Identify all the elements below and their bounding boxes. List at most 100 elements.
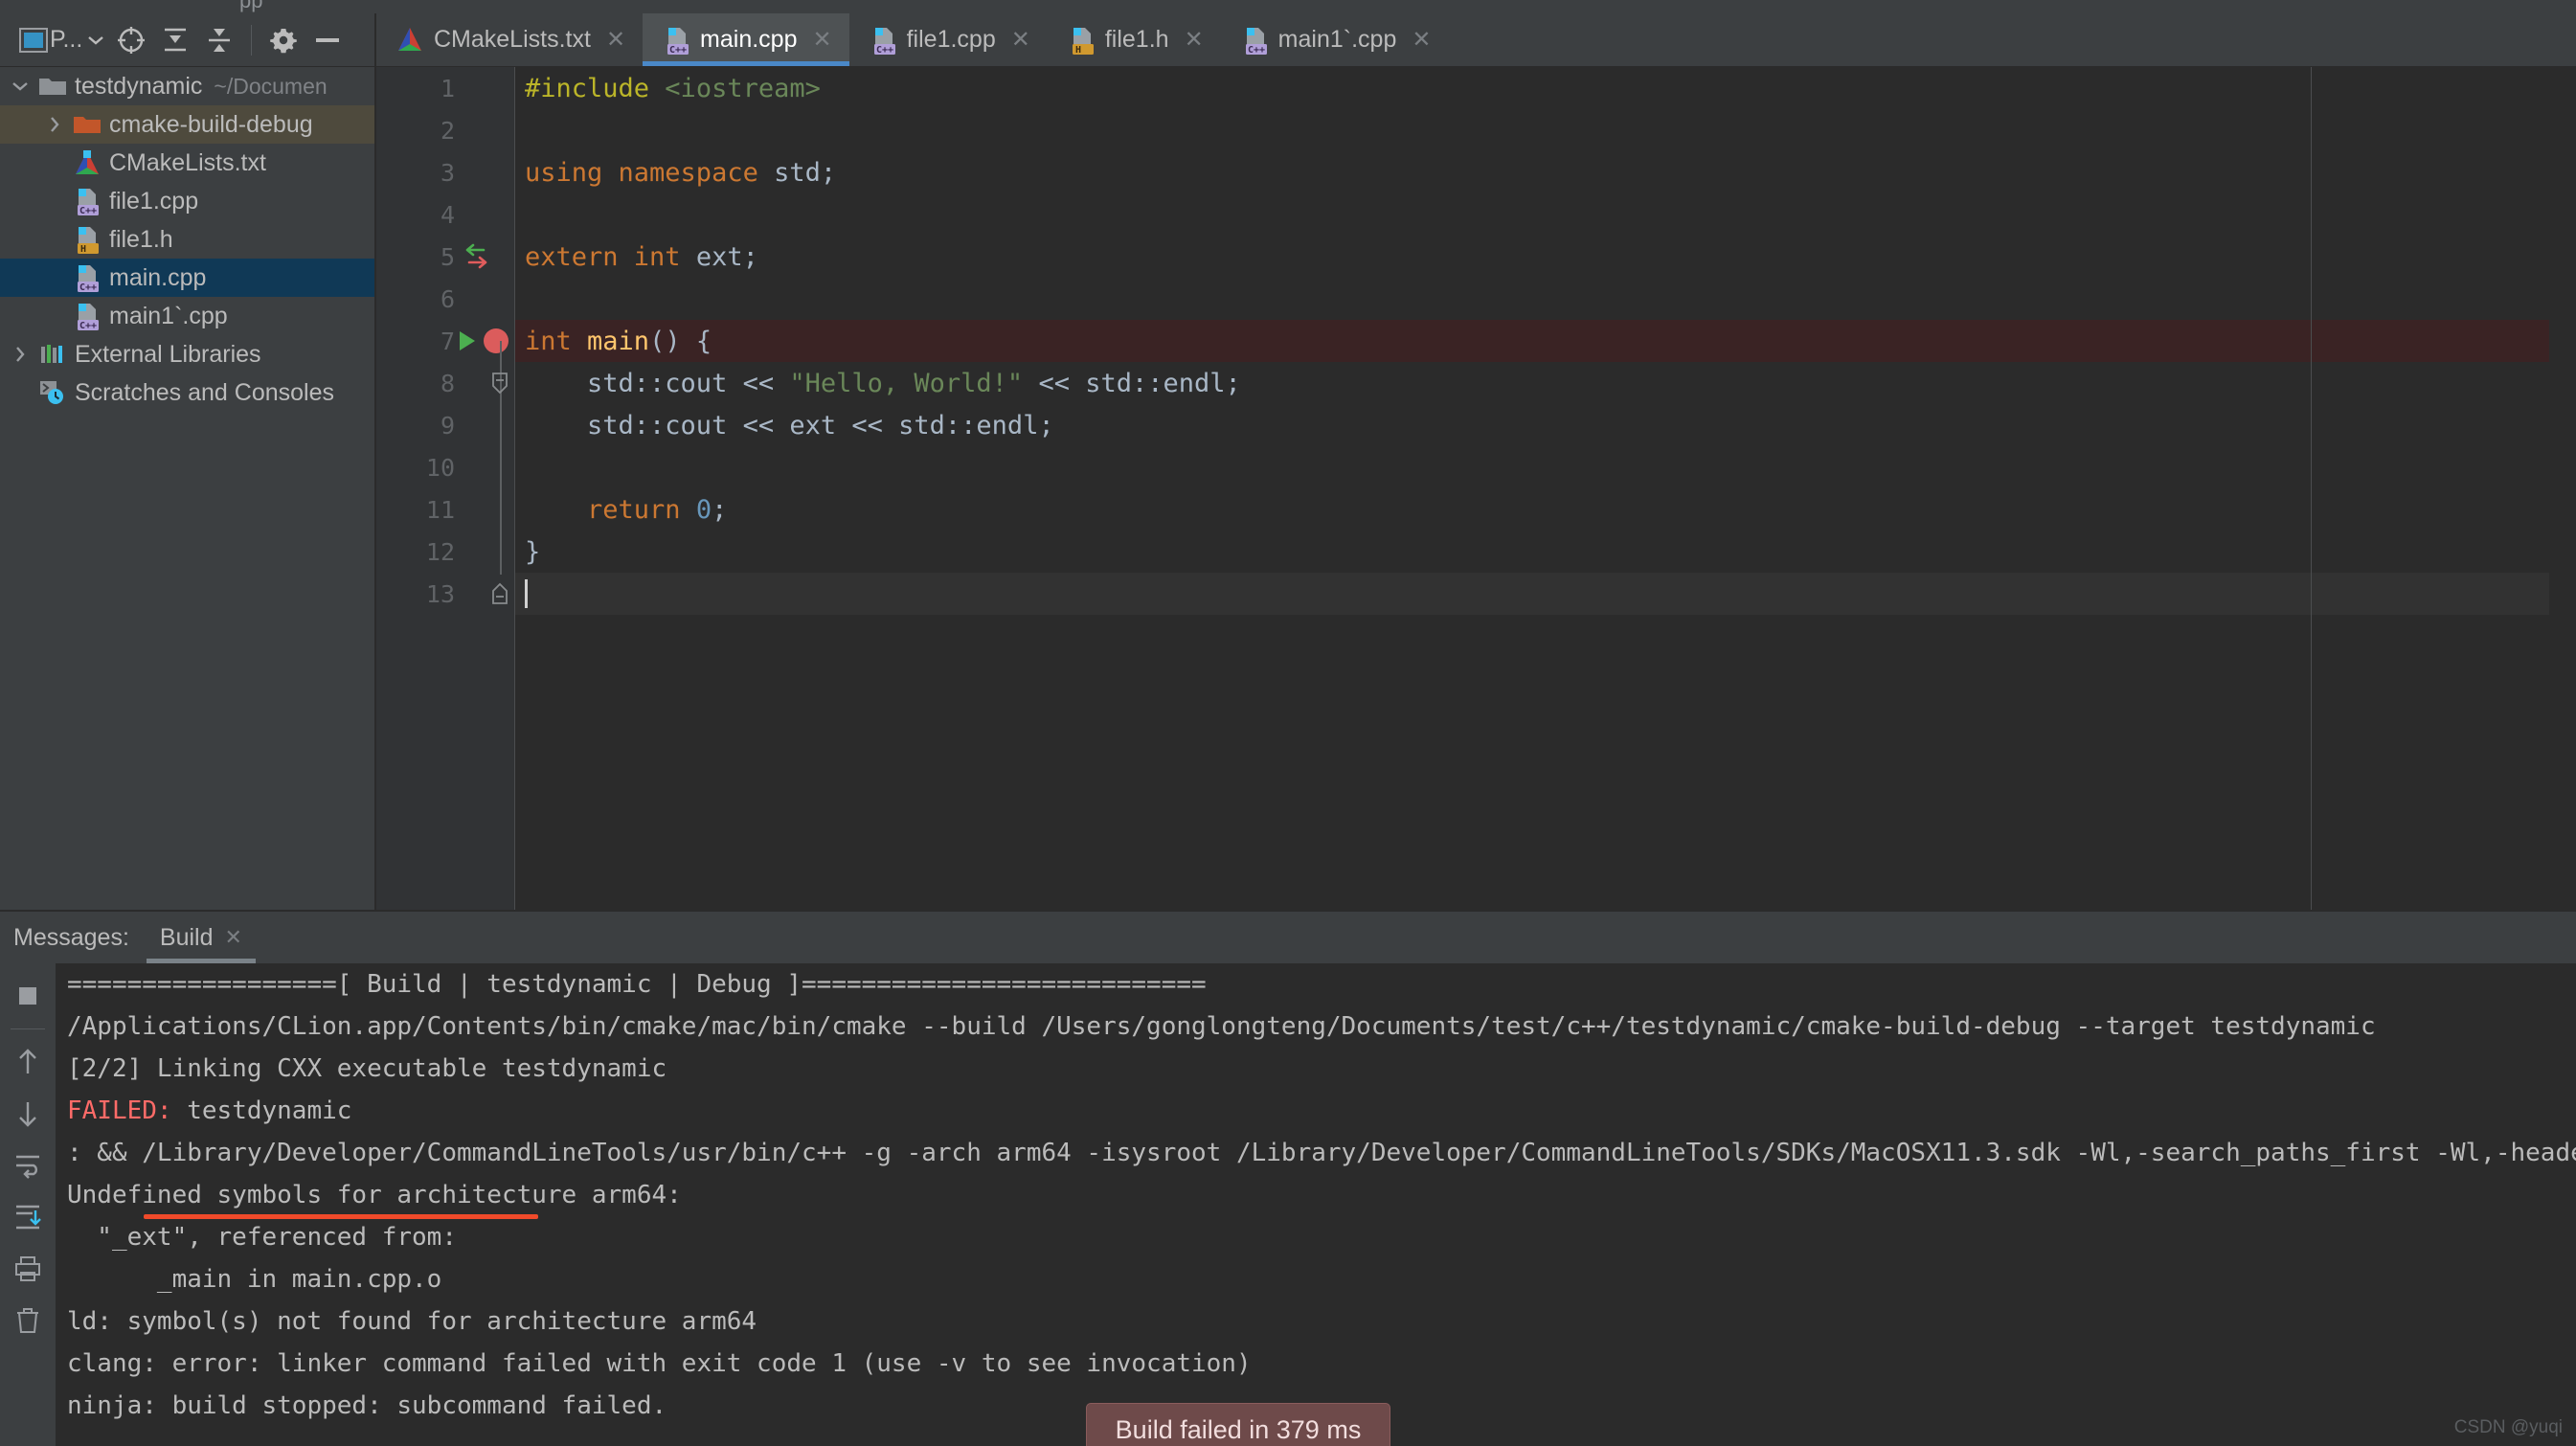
prev-problem-icon[interactable]: [5, 1037, 51, 1087]
expand-all-icon[interactable]: [153, 18, 197, 62]
tree-item-label: CMakeLists.txt: [109, 148, 266, 176]
libraries-icon: [36, 338, 69, 371]
print-icon[interactable]: [5, 1244, 51, 1294]
svg-text:H: H: [80, 244, 86, 255]
console-line-failed: FAILED: testdynamic: [56, 1090, 351, 1132]
tab-close-icon[interactable]: ✕: [1011, 26, 1030, 54]
tab-label: main1`.cpp: [1277, 26, 1397, 53]
code-line-13[interactable]: [515, 573, 2576, 615]
tab-close-icon[interactable]: ✕: [606, 26, 625, 54]
line-number: 3: [440, 158, 455, 187]
svg-text:C++: C++: [79, 206, 97, 216]
fold-close-icon[interactable]: [490, 540, 511, 604]
collapse-all-icon[interactable]: [197, 18, 241, 62]
tab-file1-h[interactable]: H file1.h ✕: [1048, 13, 1221, 66]
code-line-1[interactable]: #include <iostream>: [515, 67, 2576, 109]
build-tool-window-header: Messages: Build ✕: [0, 912, 2576, 963]
h-file-icon: H: [1067, 25, 1096, 56]
code-line-10[interactable]: [515, 446, 2576, 488]
tree-item-label: External Libraries: [75, 340, 261, 368]
code-line-5[interactable]: extern int ext;: [515, 236, 2576, 278]
code-token-endl: std::endl;: [1069, 368, 1241, 398]
code-token-return: return: [525, 494, 681, 525]
soft-wrap-icon[interactable]: [5, 1141, 51, 1190]
trash-icon[interactable]: [5, 1296, 51, 1345]
code-line-6[interactable]: [515, 278, 2576, 320]
console-failed-target: testdynamic: [171, 1096, 352, 1125]
console-line: /Applications/CLion.app/Contents/bin/cma…: [67, 1012, 2376, 1041]
fold-open-icon[interactable]: [490, 329, 511, 395]
code-line-3[interactable]: using namespace std;: [515, 151, 2576, 193]
line-number: 2: [440, 116, 455, 145]
minimize-icon[interactable]: [305, 18, 350, 62]
locate-icon[interactable]: [109, 18, 153, 62]
code-token-string: "Hello, World!": [774, 368, 1039, 398]
code-line-8[interactable]: std::cout << "Hello, World!" << std::end…: [515, 362, 2576, 404]
tab-close-icon[interactable]: ✕: [224, 925, 241, 950]
build-status-toast: Build failed in 379 ms: [1086, 1403, 1390, 1446]
tab-file1-cpp[interactable]: C++ file1.cpp ✕: [849, 13, 1048, 66]
project-tree[interactable]: testdynamic ~/Documen cmake-build-debug: [0, 67, 374, 910]
code-line-7[interactable]: int main() {: [492, 320, 2576, 395]
tree-item-main1-cpp[interactable]: C++ main1`.cpp: [0, 297, 374, 335]
tab-close-icon[interactable]: ✕: [1185, 26, 1204, 54]
code-token-using: using namespace: [525, 157, 758, 188]
console-line: [2/2] Linking CXX executable testdynamic: [67, 1054, 667, 1083]
tab-close-icon[interactable]: ✕: [1412, 26, 1431, 54]
line-number: 13: [425, 579, 455, 608]
tree-item-cmake-build-debug[interactable]: cmake-build-debug: [0, 105, 374, 144]
code-line-11[interactable]: return 0;: [515, 488, 2576, 531]
tree-item-scratches[interactable]: Scratches and Consoles: [0, 373, 374, 412]
tree-item-cmakelists[interactable]: CMakeLists.txt: [0, 144, 374, 182]
tab-cmakelists-txt[interactable]: CMakeLists.txt ✕: [376, 13, 643, 66]
code-line-2[interactable]: [515, 109, 2576, 151]
stop-icon[interactable]: [5, 971, 51, 1021]
tab-label: file1.cpp: [906, 26, 996, 53]
project-selector[interactable]: P...: [50, 26, 104, 54]
tree-item-label: file1.h: [109, 225, 173, 253]
scratches-icon: [36, 376, 69, 409]
cpp-file-icon: C++: [71, 185, 103, 217]
tree-item-file1-h[interactable]: H file1.h: [0, 220, 374, 259]
tab-main1-cpp[interactable]: C++ main1`.cpp ✕: [1221, 13, 1449, 66]
window-top-strip: pp: [0, 0, 2576, 13]
tree-item-testdynamic[interactable]: testdynamic ~/Documen: [0, 67, 374, 105]
chevron-down-icon: [88, 35, 104, 45]
console-line: ninja: build stopped: subcommand failed.: [67, 1391, 667, 1420]
tab-build[interactable]: Build ✕: [146, 912, 256, 963]
code-token-endl: std::endl;: [882, 410, 1054, 441]
cpp-file-icon: C++: [1240, 25, 1269, 56]
editor-scrollbar[interactable]: [2549, 67, 2576, 910]
h-file-icon: H: [71, 223, 103, 256]
code-token-shift-1: <<: [742, 368, 775, 398]
line-number: 5: [440, 242, 455, 271]
code-editor[interactable]: 1 2 3 4 5 6 7 8 9 10 11 12 13 #include <…: [376, 67, 2576, 910]
code-line-9[interactable]: std::cout << ext << std::endl;: [515, 404, 2576, 446]
editor-gutter[interactable]: 1 2 3 4 5 6 7 8 9 10 11 12 13: [376, 67, 515, 910]
tab-main-cpp[interactable]: C++ main.cpp ✕: [643, 13, 849, 66]
console-line: ld: symbol(s) not found for architecture…: [67, 1307, 757, 1336]
clion-window: pp P... testdynamic ~/Documen cmake-buil…: [0, 0, 2576, 1446]
tree-item-file1-cpp[interactable]: C++ file1.cpp: [0, 182, 374, 220]
console-failed-prefix: FAILED:: [67, 1096, 172, 1125]
tree-item-label: testdynamic: [75, 72, 203, 100]
code-text-area[interactable]: #include <iostream> using namespace std;…: [492, 67, 2576, 910]
line-number: 4: [440, 200, 455, 229]
svg-text:H: H: [1075, 45, 1081, 56]
chevron-right-icon[interactable]: [38, 116, 71, 133]
implementation-arrows-icon[interactable]: [455, 236, 515, 278]
tree-item-external-libraries[interactable]: External Libraries: [0, 335, 374, 373]
build-toolbar: [0, 963, 56, 1446]
code-line-4[interactable]: [515, 193, 2576, 236]
next-problem-icon[interactable]: [5, 1089, 51, 1139]
tab-close-icon[interactable]: ✕: [813, 26, 832, 54]
console-line: : && /Library/Developer/CommandLineTools…: [67, 1139, 2576, 1167]
tree-item-main-cpp[interactable]: C++ main.cpp: [0, 259, 374, 297]
chevron-down-icon[interactable]: [4, 80, 36, 92]
tab-label: file1.h: [1104, 26, 1169, 53]
scroll-to-end-icon[interactable]: [5, 1192, 51, 1242]
gear-icon[interactable]: [261, 18, 305, 62]
code-line-12[interactable]: }: [492, 531, 2576, 604]
build-console-output[interactable]: ==================[ Build | testdynamic …: [56, 963, 2576, 1446]
chevron-right-icon[interactable]: [4, 346, 36, 363]
